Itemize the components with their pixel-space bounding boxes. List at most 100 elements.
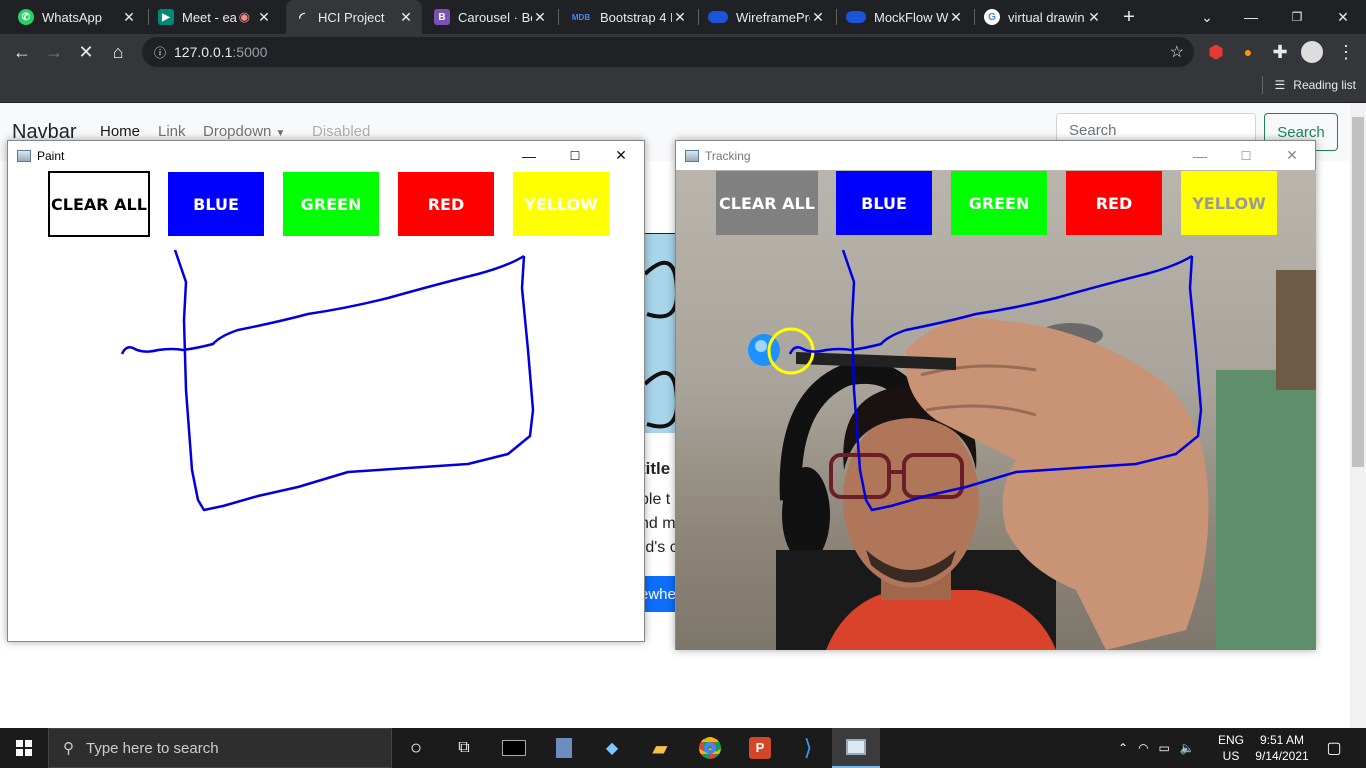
reading-list-icon: ☰ <box>1274 78 1286 92</box>
tab-separator <box>698 9 699 25</box>
close-icon[interactable]: ✕ <box>121 9 137 26</box>
tab-mockflow[interactable]: MockFlow Wi ✕ <box>838 0 972 34</box>
region-label: US <box>1222 749 1240 763</box>
webcam-scene <box>748 249 1316 650</box>
tracking-title-bar[interactable]: Tracking — ☐ ✕ <box>676 141 1315 170</box>
mdb-icon: MDB <box>571 12 591 22</box>
extension-adblock-icon[interactable]: ⬢ <box>1202 38 1230 66</box>
nav-link[interactable]: Link <box>158 123 186 140</box>
forward-arrow-icon[interactable]: → <box>40 38 68 66</box>
card-button[interactable]: ewhe <box>640 576 680 612</box>
tab-title: virtual drawin <box>1008 9 1085 25</box>
terminal-icon[interactable] <box>490 728 538 768</box>
file-explorer-icon[interactable]: ▰ <box>636 728 684 768</box>
url-port: :5000 <box>232 44 268 60</box>
tab-virtual-drawing[interactable]: G virtual drawin ✕ <box>976 0 1110 34</box>
page-scrollbar[interactable] <box>1350 103 1366 728</box>
close-icon[interactable]: ✕ <box>1269 141 1315 170</box>
tracking-blue-button[interactable]: BLUE <box>836 171 932 235</box>
paint-title-bar[interactable]: Paint — ☐ ✕ <box>8 141 644 170</box>
restore-icon[interactable]: ❐ <box>1274 0 1320 34</box>
tab-title: WireframePro <box>736 9 810 25</box>
volume-icon[interactable]: 🔈 <box>1180 741 1195 755</box>
network-icon[interactable]: ◠ <box>1138 741 1148 755</box>
tracking-yellow-button[interactable]: YELLOW <box>1181 171 1277 235</box>
scrollbar-thumb[interactable] <box>1352 117 1364 467</box>
menu-kebab-icon[interactable]: ⋮ <box>1332 38 1360 66</box>
maximize-icon[interactable]: ☐ <box>552 141 598 170</box>
tab-whatsapp[interactable]: ✆ WhatsApp ✕ <box>10 0 145 34</box>
minimize-icon[interactable]: — <box>1177 141 1223 170</box>
new-tab-button[interactable]: + <box>1106 0 1152 34</box>
back-arrow-icon[interactable]: ← <box>8 38 36 66</box>
tracking-green-button[interactable]: GREEN <box>951 171 1047 235</box>
bootstrap-icon: B <box>434 9 450 25</box>
loading-spinner-icon: ◜ <box>299 8 305 25</box>
address-bar[interactable]: ⓘ 127.0.0.1:5000 ☆ <box>142 37 1194 67</box>
notifications-icon[interactable]: ▢ <box>1310 728 1358 768</box>
powerpoint-icon[interactable]: P <box>736 728 784 768</box>
close-icon[interactable]: ✕ <box>810 9 826 26</box>
tab-carousel[interactable]: B Carousel · Boo ✕ <box>426 0 556 34</box>
card-text-line: ple t <box>640 491 671 508</box>
profile-avatar[interactable] <box>1298 38 1326 66</box>
tracking-window: Tracking — ☐ ✕ CLEAR ALL BLUE GREEN RED … <box>675 140 1316 650</box>
reading-list-button[interactable]: ☰ Reading list <box>1261 76 1356 94</box>
close-icon[interactable]: ✕ <box>1086 9 1102 26</box>
tab-hci-project[interactable]: ◜ HCI Project ✕ <box>286 0 422 34</box>
close-icon[interactable]: ✕ <box>398 9 414 26</box>
card-text-line: nd m <box>640 515 676 532</box>
nav-dropdown-label: Dropdown <box>203 123 272 140</box>
chevron-up-icon[interactable]: ⌃ <box>1118 741 1128 755</box>
tab-title: Meet - ea <box>182 9 237 25</box>
taskbar-search-input[interactable]: ⚲ Type here to search <box>48 728 392 768</box>
clock[interactable]: 9:51 AM 9/14/2021 <box>1254 728 1310 768</box>
taskbar-search-placeholder: Type here to search <box>86 739 219 757</box>
tab-meet[interactable]: ▶ Meet - ea ◉ ✕ <box>150 0 280 34</box>
tab-wireframepro[interactable]: WireframePro ✕ <box>700 0 834 34</box>
tab-search-icon[interactable]: ⌄ <box>1184 0 1230 34</box>
tab-separator <box>148 9 149 25</box>
close-window-icon[interactable]: ✕ <box>1320 0 1366 34</box>
battery-icon[interactable]: ▭ <box>1159 741 1170 755</box>
clock-date: 9/14/2021 <box>1255 749 1309 763</box>
stop-loading-icon[interactable]: ✕ <box>72 38 100 66</box>
tab-separator <box>558 9 559 25</box>
mockflow-icon <box>846 11 866 23</box>
minimize-icon[interactable]: — <box>1228 0 1274 34</box>
notes-icon[interactable]: ◆ <box>588 728 636 768</box>
info-icon: ⓘ <box>154 45 167 60</box>
chrome-icon[interactable] <box>686 728 734 768</box>
vscode-icon[interactable]: ⟩ <box>784 728 832 768</box>
close-icon[interactable]: ✕ <box>532 9 548 26</box>
home-icon[interactable]: ⌂ <box>104 38 132 66</box>
tracking-red-button[interactable]: RED <box>1066 171 1162 235</box>
extension-icon[interactable]: ● <box>1234 38 1262 66</box>
paint-canvas[interactable]: CLEAR ALL BLUE GREEN RED YELLOW <box>8 170 644 641</box>
task-view-icon[interactable]: ⧉ <box>440 728 488 768</box>
card-text-line: rd's c <box>640 539 676 556</box>
nav-home[interactable]: Home <box>100 123 140 140</box>
tab-separator <box>836 9 837 25</box>
bookmark-star-icon[interactable]: ☆ <box>1170 42 1184 62</box>
window-app-icon <box>685 149 699 162</box>
paint-drawing <box>120 249 535 512</box>
nav-dropdown[interactable]: Dropdown ▼ <box>203 123 285 140</box>
close-icon[interactable]: ✕ <box>256 9 272 26</box>
whatsapp-icon: ✆ <box>18 9 34 25</box>
minimize-icon[interactable]: — <box>506 141 552 170</box>
maximize-icon[interactable]: ☐ <box>1223 141 1269 170</box>
close-icon[interactable]: ✕ <box>948 9 964 26</box>
extensions-puzzle-icon[interactable]: ✚ <box>1266 38 1294 66</box>
cortana-icon[interactable]: ○ <box>392 728 440 768</box>
calculator-icon[interactable] <box>540 728 588 768</box>
tracking-clear-all-button[interactable]: CLEAR ALL <box>716 171 818 235</box>
paint-window: Paint — ☐ ✕ CLEAR ALL BLUE GREEN RED YEL… <box>7 140 645 642</box>
language-indicator[interactable]: ENG US <box>1218 728 1244 768</box>
close-icon[interactable]: ✕ <box>598 141 644 170</box>
reading-list-label: Reading list <box>1293 78 1356 92</box>
close-icon[interactable]: ✕ <box>672 9 688 26</box>
tab-bootstrap4[interactable]: MDB Bootstrap 4 F ✕ <box>562 0 696 34</box>
windows-start-icon[interactable] <box>0 728 48 768</box>
python-window-icon[interactable] <box>832 728 880 768</box>
